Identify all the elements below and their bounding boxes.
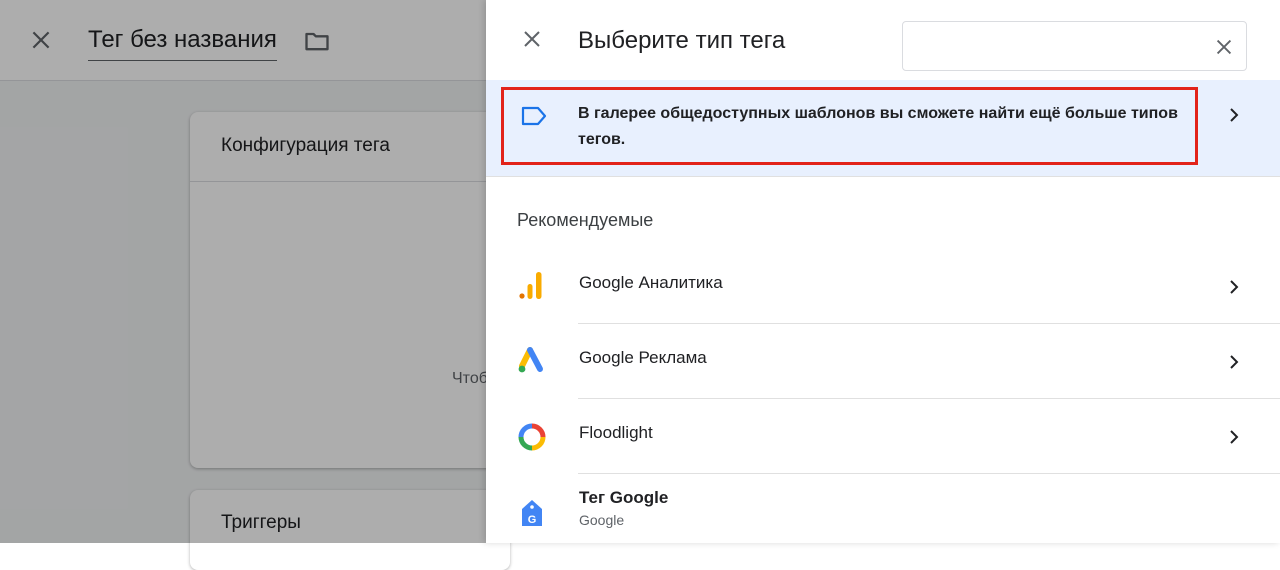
clear-search-icon[interactable] bbox=[1213, 36, 1235, 58]
google-ads-icon bbox=[518, 347, 543, 373]
recommended-section-label: Рекомендуемые bbox=[517, 210, 654, 230]
tag-type-google-analytics[interactable]: Google Аналитика bbox=[486, 249, 1280, 324]
tag-type-google-tag[interactable]: G Тег Google Google bbox=[486, 474, 1280, 543]
row-sublabel: Google bbox=[579, 512, 625, 528]
row-label: Google Аналитика bbox=[579, 273, 723, 292]
google-tag-icon: G bbox=[522, 500, 542, 526]
chevron-right-icon bbox=[1230, 280, 1239, 294]
row-label: Google Реклама bbox=[579, 348, 707, 367]
row-label: Floodlight bbox=[579, 423, 653, 442]
google-analytics-icon bbox=[519, 272, 542, 299]
search-input[interactable] bbox=[913, 30, 1207, 64]
chevron-right-icon bbox=[1230, 108, 1239, 122]
chevron-right-icon bbox=[1230, 430, 1239, 444]
floodlight-icon bbox=[518, 423, 546, 451]
chevron-right-icon bbox=[1230, 355, 1239, 369]
community-gallery-banner[interactable]: В галерее общедоступных шаблонов вы смож… bbox=[486, 80, 1280, 177]
close-icon[interactable] bbox=[520, 27, 544, 51]
panel-title: Выберите тип тега bbox=[578, 27, 786, 54]
panel-header: Выберите тип тега bbox=[486, 0, 1280, 81]
choose-tag-type-panel: Выберите тип тега В галерее общедоступны… bbox=[486, 0, 1280, 543]
modal-scrim[interactable] bbox=[0, 0, 486, 543]
tag-type-floodlight[interactable]: Floodlight bbox=[486, 399, 1280, 474]
tag-type-google-ads[interactable]: Google Реклама bbox=[486, 324, 1280, 399]
tag-outline-icon bbox=[521, 106, 547, 126]
search-box[interactable] bbox=[902, 21, 1247, 71]
banner-text: В галерее общедоступных шаблонов вы смож… bbox=[578, 105, 1178, 148]
row-label: Тег Google bbox=[579, 488, 669, 507]
svg-text:G: G bbox=[528, 514, 537, 526]
